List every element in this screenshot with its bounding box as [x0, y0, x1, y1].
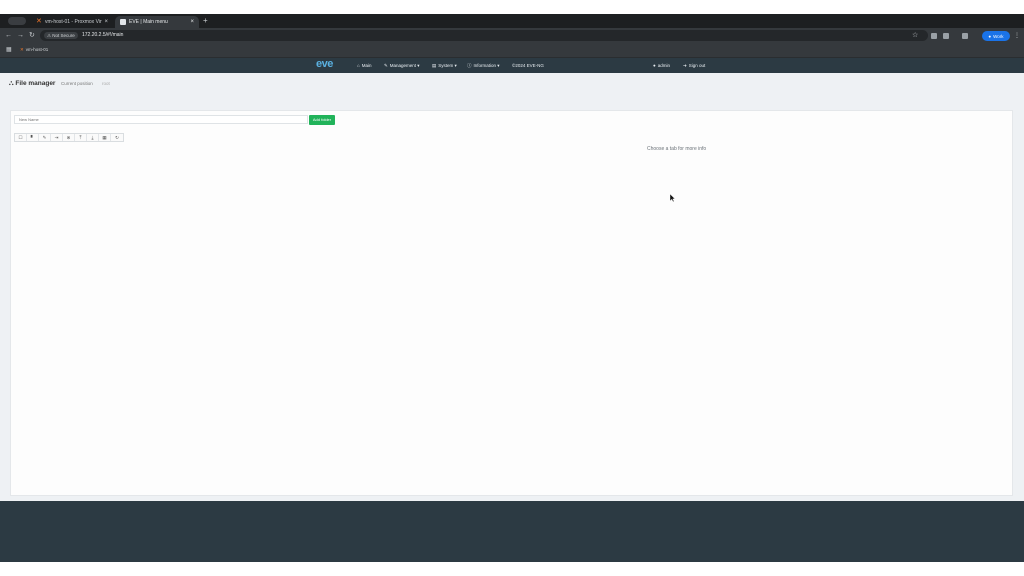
browser-window: ✕ vm-host-01 - Proxmox Virtua × EVE | Ma…: [0, 14, 1024, 562]
page-title-text: File manager: [15, 80, 56, 87]
main-content: ⛬ File manager Current position root Add…: [0, 73, 1024, 501]
copyright-text: ©2024 EVE-NG: [512, 63, 544, 68]
new-name-input[interactable]: [14, 115, 308, 124]
wrench-icon: ✎: [384, 63, 388, 68]
select-all-icon[interactable]: ☐: [15, 134, 27, 141]
export-icon[interactable]: ⤒: [75, 134, 87, 141]
tab-group-pill[interactable]: [8, 17, 26, 25]
security-badge[interactable]: ⚠ Not Secure: [44, 32, 78, 39]
page-viewport: eve ⌂ Main ✎ Management ▾ ▤ System ▾ ⓘ Infor…: [0, 58, 1024, 562]
tab-bar: ✕ vm-host-01 - Proxmox Virtua × EVE | Ma…: [0, 14, 1024, 28]
nav-system-label: System ▾: [438, 63, 457, 68]
url-text[interactable]: 172.20.2.5/#!/main: [82, 32, 123, 39]
nav-signout-label: Sign out: [688, 63, 706, 68]
file-manager-panel: Add folder ☐ ▘ ✎ ⇥ ⊗ ⤒ ⤓ ▦ ↻ Choose a ta…: [10, 110, 1013, 496]
tab-title: vm-host-01 - Proxmox Virtua: [45, 19, 103, 25]
nav-signout[interactable]: ➜ Sign out: [683, 61, 705, 70]
apps-grid-icon[interactable]: ▦: [6, 47, 12, 54]
system-icon: ▤: [432, 63, 437, 68]
user-icon: ●: [653, 63, 656, 68]
eve-logo[interactable]: eve: [316, 59, 333, 70]
nav-system[interactable]: ▤ System ▾: [432, 61, 457, 70]
nav-information[interactable]: ⓘ Information ▾: [467, 61, 500, 70]
proxmox-icon: ✕: [36, 18, 42, 25]
move-icon[interactable]: ⇥: [51, 134, 63, 141]
breadcrumb-label: Current position: [61, 81, 93, 86]
bookmark-label: vm-host-01: [25, 47, 49, 52]
page-header: ⛬ File manager Current position root: [0, 73, 1024, 95]
eve-navbar: eve ⌂ Main ✎ Management ▾ ▤ System ▾ ⓘ Infor…: [0, 58, 1024, 73]
file-toolbar: ☐ ▘ ✎ ⇥ ⊗ ⤒ ⤓ ▦ ↻: [14, 133, 124, 142]
bookmark-vm-host[interactable]: ✕ vm-host-01: [20, 46, 48, 54]
security-label: Not Secure: [52, 33, 75, 38]
new-file-icon[interactable]: ▘: [27, 134, 39, 141]
nav-user-label: admin: [657, 63, 670, 68]
side-panel-icon[interactable]: [962, 33, 968, 39]
page-title: ⛬ File manager: [9, 79, 55, 88]
breadcrumb-root[interactable]: root: [102, 81, 110, 87]
avatar: ●: [988, 33, 992, 39]
nav-management[interactable]: ✎ Management ▾: [384, 61, 420, 70]
proxmox-icon: ✕: [20, 47, 24, 52]
profile-label: Work: [993, 33, 1004, 39]
nav-user[interactable]: ● admin: [653, 61, 670, 70]
nav-main[interactable]: ⌂ Main: [357, 61, 371, 70]
add-folder-button[interactable]: Add folder: [309, 115, 335, 125]
close-icon[interactable]: ×: [190, 19, 194, 25]
forward-icon[interactable]: →: [17, 32, 24, 40]
reload-icon[interactable]: ↻: [29, 32, 35, 40]
bookmark-star-icon[interactable]: ☆: [912, 32, 918, 40]
home-icon: ⌂: [357, 63, 360, 68]
back-icon[interactable]: ←: [5, 32, 12, 40]
bookmarks-bar: ▦ ✕ vm-host-01: [0, 44, 1024, 58]
tab-proxmox[interactable]: ✕ vm-host-01 - Proxmox Virtua ×: [31, 16, 113, 28]
omnibox[interactable]: ⚠ Not Secure 172.20.2.5/#!/main: [40, 30, 928, 41]
delete-icon[interactable]: ⊗: [63, 134, 75, 141]
address-bar: ← → ↻ ⚠ Not Secure 172.20.2.5/#!/main ☆ …: [0, 28, 1024, 44]
nav-main-label: Main: [361, 63, 372, 68]
screenshot-canvas: ✕ vm-host-01 - Proxmox Virtua × EVE | Ma…: [0, 0, 1024, 576]
sign-out-icon: ➜: [683, 63, 687, 68]
info-message: Choose a tab for more info: [647, 146, 707, 152]
tab-eve[interactable]: EVE | Main menu ×: [115, 16, 199, 28]
extensions-puzzle-icon[interactable]: [943, 33, 949, 39]
profile-button[interactable]: ● Work: [982, 31, 1010, 41]
info-icon: ⓘ: [467, 63, 472, 68]
grid-icon[interactable]: ▦: [99, 134, 111, 141]
new-tab-button[interactable]: +: [203, 16, 208, 25]
eve-icon: [120, 19, 126, 25]
tab-title: EVE | Main menu: [129, 19, 168, 25]
edit-icon[interactable]: ✎: [39, 134, 51, 141]
nav-management-label: Management ▾: [389, 63, 420, 68]
refresh-icon[interactable]: ↻: [111, 134, 123, 141]
menu-kebab-icon[interactable]: ⋮: [1014, 32, 1020, 40]
nav-information-label: Information ▾: [473, 63, 500, 68]
import-icon[interactable]: ⤓: [87, 134, 99, 141]
close-icon[interactable]: ×: [104, 19, 108, 25]
extension-icon[interactable]: [931, 33, 937, 39]
